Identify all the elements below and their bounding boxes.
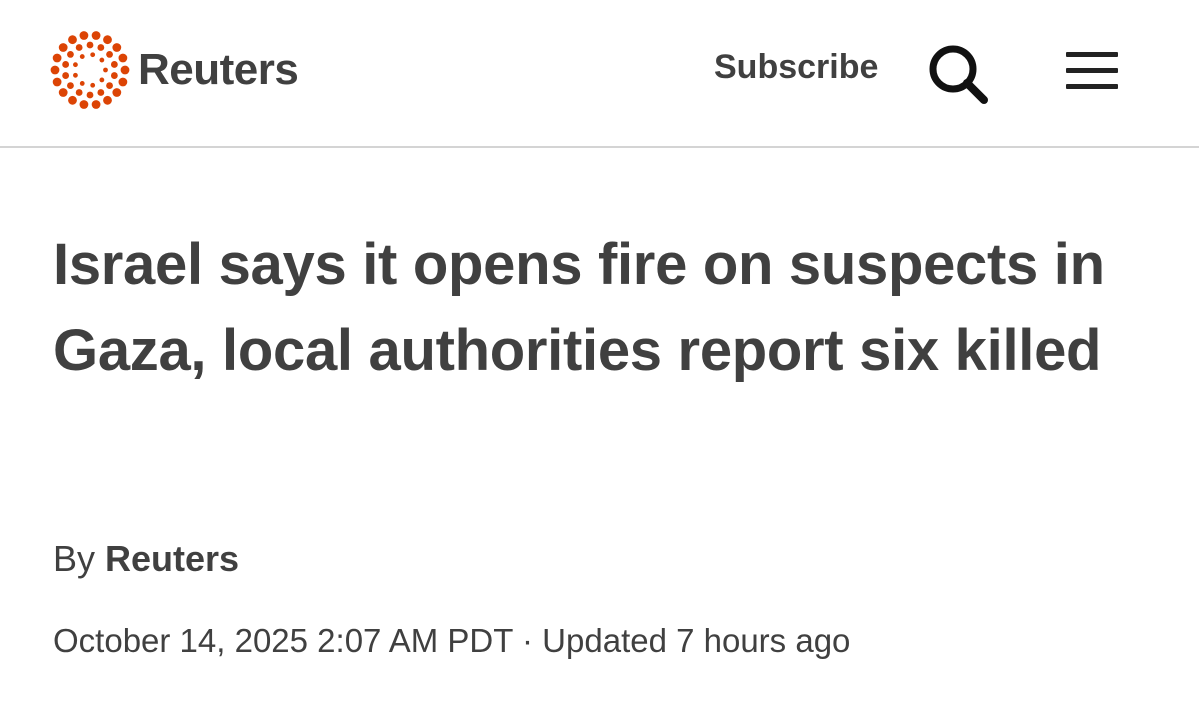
dateline: October 14, 2025 2:07 AM PDT · Updated 7…	[53, 622, 850, 660]
logo-dot	[79, 81, 85, 86]
logo-dot	[99, 57, 105, 63]
logo-dot	[68, 35, 77, 45]
logo-dot	[97, 44, 105, 51]
logo-dot	[97, 89, 105, 96]
site-header: Reuters Subscribe	[0, 0, 1199, 148]
byline-author[interactable]: Reuters	[105, 538, 239, 579]
byline: By Reuters	[53, 538, 239, 580]
logo-dot	[62, 72, 70, 79]
logo-dot	[99, 77, 105, 83]
updated-time: Updated 7 hours ago	[542, 622, 851, 659]
hamburger-menu-icon	[1066, 52, 1118, 89]
logo-dot	[73, 62, 78, 68]
logo-dot	[91, 31, 101, 40]
logo-dot	[110, 61, 118, 68]
logo-dot	[86, 91, 94, 99]
logo-dot	[52, 77, 62, 87]
logo-dot	[103, 35, 112, 45]
logo-dot	[118, 77, 128, 87]
reuters-logo[interactable]: Reuters	[50, 30, 299, 110]
article-headline: Israel says it opens fire on suspects in…	[53, 232, 1105, 383]
logo-text: Reuters	[138, 45, 299, 94]
logo-dot	[103, 67, 108, 73]
logo-dot	[90, 52, 96, 58]
subscribe-link[interactable]: Subscribe	[714, 48, 878, 87]
search-button[interactable]	[922, 38, 994, 110]
date-separator: ·	[522, 622, 533, 659]
published-date: October 14, 2025 2:07 AM PDT	[53, 622, 513, 659]
logo-dot	[67, 82, 74, 89]
logo-dot	[112, 88, 122, 97]
logo-dot	[103, 95, 112, 105]
logo-dot	[112, 43, 122, 52]
logo-dot	[68, 95, 77, 105]
logo-dot	[67, 51, 74, 58]
logo-dot	[120, 65, 130, 75]
logo-dot	[75, 44, 83, 51]
logo-dot	[90, 82, 96, 88]
logo-dot	[50, 65, 60, 75]
logo-dot	[106, 51, 113, 58]
menu-button[interactable]	[1060, 46, 1124, 98]
logo-dot	[58, 43, 68, 52]
logo-dot	[118, 53, 128, 63]
logo-dot	[106, 82, 113, 89]
logo-dot	[79, 54, 85, 59]
byline-prefix: By	[53, 538, 96, 579]
search-icon	[929, 45, 988, 104]
logo-dot	[58, 88, 68, 97]
logo-dot	[62, 61, 70, 68]
logo-dot	[110, 72, 118, 79]
logo-dot	[75, 89, 83, 96]
logo-dot	[86, 41, 94, 49]
logo-dot	[91, 100, 101, 109]
logo-dot	[73, 72, 78, 78]
logo-dot	[79, 31, 89, 40]
logo-dot	[79, 100, 89, 109]
reuters-logo-icon	[50, 31, 130, 109]
logo-dot	[52, 53, 62, 63]
